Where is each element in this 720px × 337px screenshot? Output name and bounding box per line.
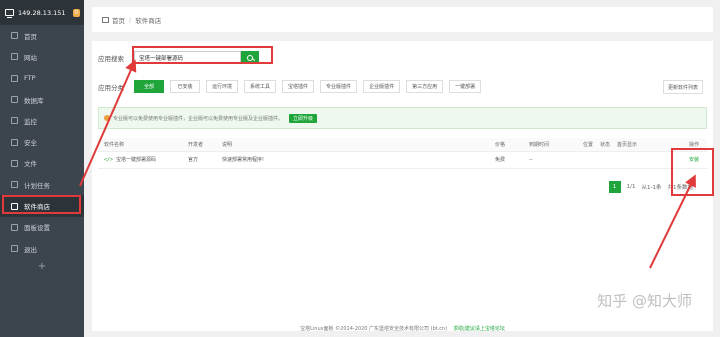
arrow-to-install: [649, 174, 696, 269]
annotation-arrows: [79, 59, 696, 269]
arrow-to-search: [79, 59, 137, 187]
